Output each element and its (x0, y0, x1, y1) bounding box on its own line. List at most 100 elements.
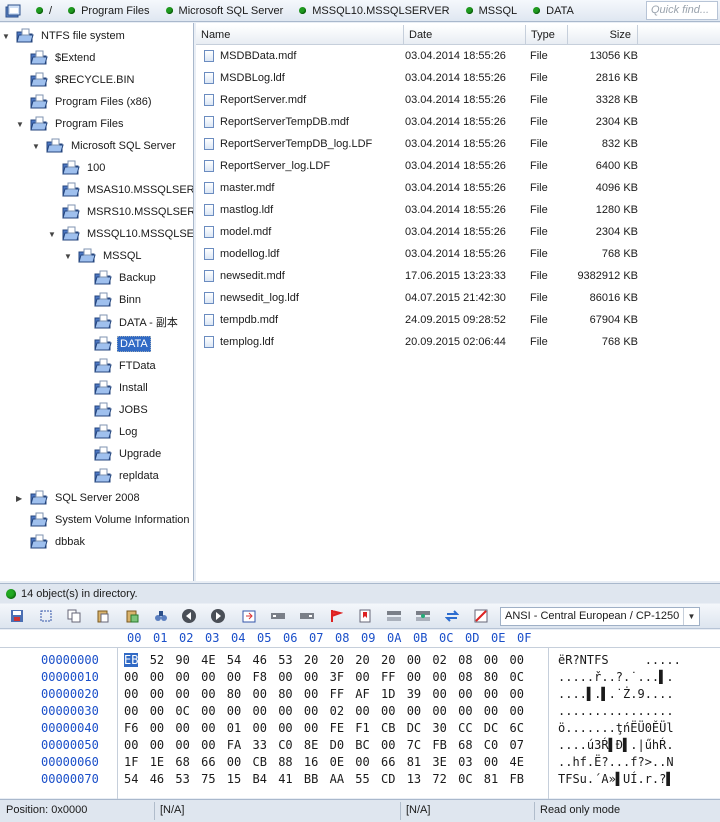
file-row[interactable]: ReportServer_log.LDF 03.04.2014 18:55:26 F… (196, 155, 720, 177)
hex-ascii-row[interactable]: ëR?NTFS ..... (558, 653, 681, 667)
hex-byte[interactable]: BB (304, 772, 318, 786)
hex-byte[interactable]: 66 (201, 755, 215, 769)
hex-byte[interactable]: 39 (407, 687, 421, 701)
hex-byte[interactable]: CC (458, 721, 472, 735)
find-icon[interactable] (153, 608, 169, 624)
tree-node[interactable]: DATA - 副本 (94, 311, 180, 333)
hex-byte[interactable]: 90 (175, 653, 189, 667)
hex-byte[interactable]: 54 (124, 772, 138, 786)
tree-node[interactable]: MSSQL10.MSSQLSERV (62, 223, 193, 245)
hex-byte[interactable]: 80 (278, 687, 292, 701)
hex-byte[interactable]: 3F (330, 670, 344, 684)
bookmark-icon[interactable] (328, 608, 344, 624)
hex-byte[interactable]: 0C (510, 670, 524, 684)
hex-byte[interactable]: 00 (381, 704, 395, 718)
quick-find-input[interactable]: Quick find... (646, 1, 718, 20)
hex-byte[interactable]: 53 (278, 653, 292, 667)
breadcrumb-item-root[interactable]: / (26, 0, 58, 22)
encoding-select[interactable]: ANSI - Central European / CP-1250 ▼ (500, 607, 700, 626)
hex-byte[interactable]: AA (330, 772, 344, 786)
hex-byte[interactable]: 00 (278, 670, 292, 684)
hex-byte[interactable]: 00 (201, 687, 215, 701)
hex-byte[interactable]: CB (381, 721, 395, 735)
hex-byte[interactable]: FE (330, 721, 344, 735)
collapse-icon[interactable]: ▼ (2, 32, 10, 41)
hex-byte[interactable]: 00 (253, 687, 267, 701)
hex-byte[interactable]: 00 (150, 670, 164, 684)
hex-byte[interactable]: 00 (253, 721, 267, 735)
hex-byte[interactable]: F8 (253, 670, 267, 684)
hex-byte[interactable]: 00 (201, 738, 215, 752)
hex-byte[interactable]: 00 (458, 687, 472, 701)
hex-ascii-row[interactable]: ....▌.▌.˙Ż.9.... (558, 687, 674, 701)
hex-byte[interactable]: 8E (304, 738, 318, 752)
hex-byte[interactable]: 6C (510, 721, 524, 735)
file-row[interactable]: ReportServerTempDB_log.LDF 03.04.2014 18:… (196, 133, 720, 155)
hex-byte[interactable]: 0C (458, 772, 472, 786)
hex-byte[interactable]: F1 (355, 721, 369, 735)
hex-byte[interactable]: 00 (175, 670, 189, 684)
file-row[interactable]: MSDBLog.ldf 03.04.2014 18:55:26 File 2816 K… (196, 67, 720, 89)
hex-byte[interactable]: 00 (124, 738, 138, 752)
paste-special-icon[interactable] (124, 608, 140, 624)
drive-icon[interactable] (0, 0, 26, 22)
hex-byte[interactable]: 01 (227, 721, 241, 735)
hex-byte[interactable]: 0C (175, 704, 189, 718)
hex-byte[interactable]: 00 (484, 704, 498, 718)
file-row[interactable]: modellog.ldf 03.04.2014 18:55:26 File 768 K… (196, 243, 720, 265)
tree-node[interactable]: Microsoft SQL Server (46, 135, 178, 157)
hex-byte[interactable]: 00 (150, 687, 164, 701)
tree-node[interactable]: Upgrade (94, 443, 163, 465)
block-end-icon[interactable] (299, 608, 315, 624)
tree-node[interactable]: SQL Server 2008 (30, 487, 142, 509)
hex-byte[interactable]: 00 (227, 670, 241, 684)
hex-byte[interactable]: 4E (510, 755, 524, 769)
hex-byte[interactable]: C0 (484, 738, 498, 752)
breadcrumb-item-data[interactable]: DATA (523, 0, 580, 22)
hex-byte[interactable]: 1F (124, 755, 138, 769)
hex-byte[interactable]: AF (355, 687, 369, 701)
tree-node[interactable]: MSSQL (78, 245, 144, 267)
hex-byte[interactable]: 00 (175, 721, 189, 735)
hex-byte[interactable]: 20 (330, 653, 344, 667)
hex-byte[interactable]: FF (330, 687, 344, 701)
tree-node[interactable]: Install (94, 377, 150, 399)
breadcrumb-item-mssql10[interactable]: MSSQL10.MSSQLSERVER (289, 0, 455, 22)
hex-byte[interactable]: 00 (407, 704, 421, 718)
hex-ascii-row[interactable]: .....ř..?.˙...▌. (558, 670, 674, 684)
hex-ascii-row[interactable]: ö.......ţńËÜ0ĚÜl (558, 721, 674, 735)
file-row[interactable]: model.mdf 03.04.2014 18:55:26 File 2304 KB (196, 221, 720, 243)
hex-byte[interactable]: 72 (432, 772, 446, 786)
hex-byte[interactable]: 0E (330, 755, 344, 769)
hex-byte[interactable]: 55 (355, 772, 369, 786)
hex-byte[interactable]: FA (227, 738, 241, 752)
hex-byte[interactable]: DC (484, 721, 498, 735)
file-row[interactable]: templog.ldf 20.09.2015 02:06:44 File 768 KB (196, 331, 720, 353)
hex-byte[interactable]: 00 (510, 704, 524, 718)
hex-byte[interactable]: 00 (304, 721, 318, 735)
tree-node[interactable]: MSRS10.MSSQLSERVE (62, 201, 193, 223)
hex-ascii-row[interactable]: ................ (558, 704, 674, 718)
hex-byte[interactable]: 00 (510, 653, 524, 667)
paste-icon[interactable] (95, 608, 111, 624)
collapse-icon[interactable]: ▼ (32, 142, 40, 151)
tree-node[interactable]: Program Files (30, 113, 125, 135)
hex-byte[interactable]: 00 (432, 704, 446, 718)
hex-byte[interactable]: 00 (432, 687, 446, 701)
file-row[interactable]: ReportServerTempDB.mdf 03.04.2014 18:55:2… (196, 111, 720, 133)
hex-byte[interactable]: 20 (355, 653, 369, 667)
hex-byte[interactable]: 08 (458, 670, 472, 684)
column-header-type[interactable]: Type (526, 25, 568, 45)
hex-byte[interactable]: 1E (150, 755, 164, 769)
hex-byte[interactable]: 4E (201, 653, 215, 667)
hex-byte[interactable]: 00 (175, 738, 189, 752)
hex-byte[interactable]: 00 (253, 704, 267, 718)
hex-byte[interactable]: 07 (510, 738, 524, 752)
hex-byte[interactable]: 68 (458, 738, 472, 752)
hex-ascii-row[interactable]: ..hf.Ë?...f?>..N (558, 755, 674, 769)
tree-node[interactable]: 100 (62, 157, 107, 179)
file-row[interactable]: newsedit_log.ldf 04.07.2015 21:42:30 File 8… (196, 287, 720, 309)
expand-icon[interactable]: ▶ (16, 494, 22, 503)
hex-byte[interactable]: 54 (227, 653, 241, 667)
tree-node[interactable]: $RECYCLE.BIN (30, 69, 136, 91)
